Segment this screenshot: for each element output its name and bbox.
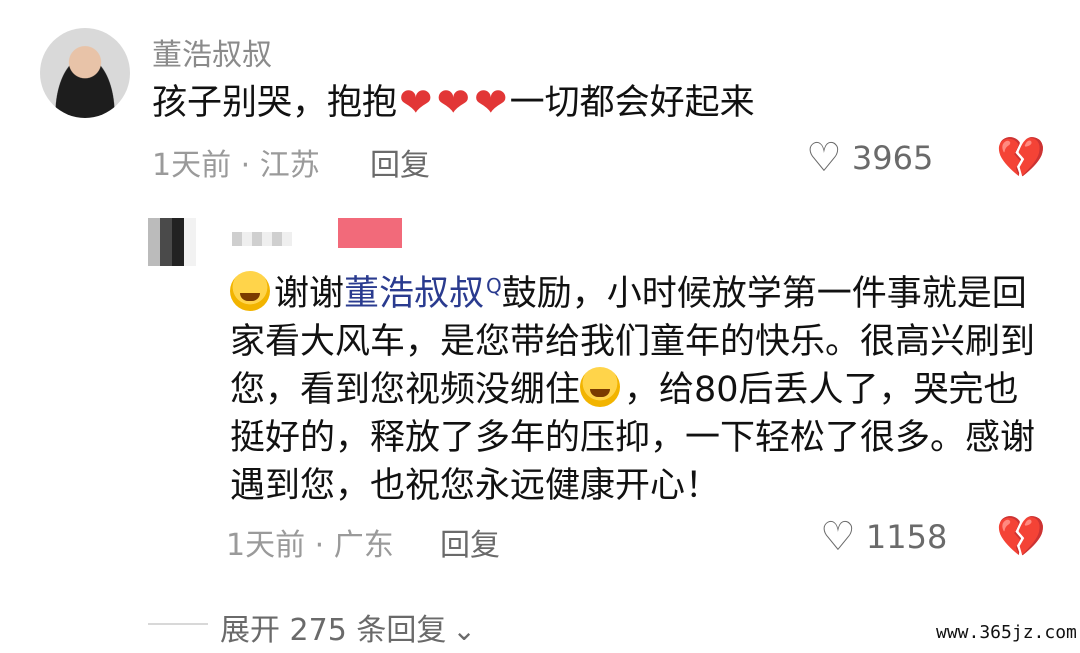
- like-count: 1158: [865, 518, 948, 556]
- broken-heart-icon[interactable]: 💔: [996, 138, 1046, 178]
- expand-replies-button[interactable]: 展开 275 条回复 ⌄: [220, 605, 476, 649]
- avatar[interactable]: [148, 218, 196, 266]
- broken-heart-icon[interactable]: 💔: [996, 517, 1046, 557]
- like-button[interactable]: ♡ 3965: [806, 138, 933, 178]
- comment-text-part: 孩子别哭，抱抱: [152, 83, 398, 123]
- heart-emoji-icon: ❤: [474, 80, 508, 126]
- laughing-crying-emoji-icon: [230, 271, 270, 311]
- username-blurred[interactable]: [232, 232, 292, 246]
- expand-replies-label: 展开 275 条回复: [220, 613, 447, 648]
- reply-button[interactable]: 回复: [440, 520, 500, 564]
- like-button[interactable]: ♡ 1158: [820, 517, 947, 557]
- heart-emoji-icon: ❤: [436, 80, 471, 126]
- heart-outline-icon: ♡: [820, 514, 856, 560]
- comment-meta: 1天前 · 广东: [226, 528, 394, 563]
- reply-button[interactable]: 回复: [370, 140, 430, 184]
- comment-text: 孩子别哭，抱抱❤ ❤ ❤一切都会好起来: [152, 80, 755, 126]
- comment-meta: 1天前 · 江苏: [152, 148, 320, 183]
- comment-text-part: 谢谢: [274, 274, 345, 314]
- comment-text: 谢谢董浩叔叔 Q鼓励，小时候放学第一件事就是回家看大风车，是您带给我们童年的快乐。…: [230, 262, 1050, 510]
- mention-link[interactable]: 董浩叔叔: [344, 274, 484, 314]
- status-badge: [338, 218, 402, 248]
- divider: [148, 623, 208, 625]
- laughing-crying-emoji-icon: [580, 367, 621, 407]
- avatar[interactable]: [40, 28, 130, 118]
- comment-username[interactable]: 董浩叔叔: [152, 30, 272, 74]
- like-count: 3965: [851, 139, 934, 177]
- heart-outline-icon: ♡: [806, 135, 842, 181]
- heart-emoji-icon: ❤: [399, 80, 433, 126]
- chevron-down-icon: ⌄: [452, 614, 476, 647]
- search-icon[interactable]: Q: [486, 262, 502, 310]
- comment-text-part: 一切都会好起来: [509, 83, 755, 123]
- watermark: www.365jz.com: [936, 622, 1077, 643]
